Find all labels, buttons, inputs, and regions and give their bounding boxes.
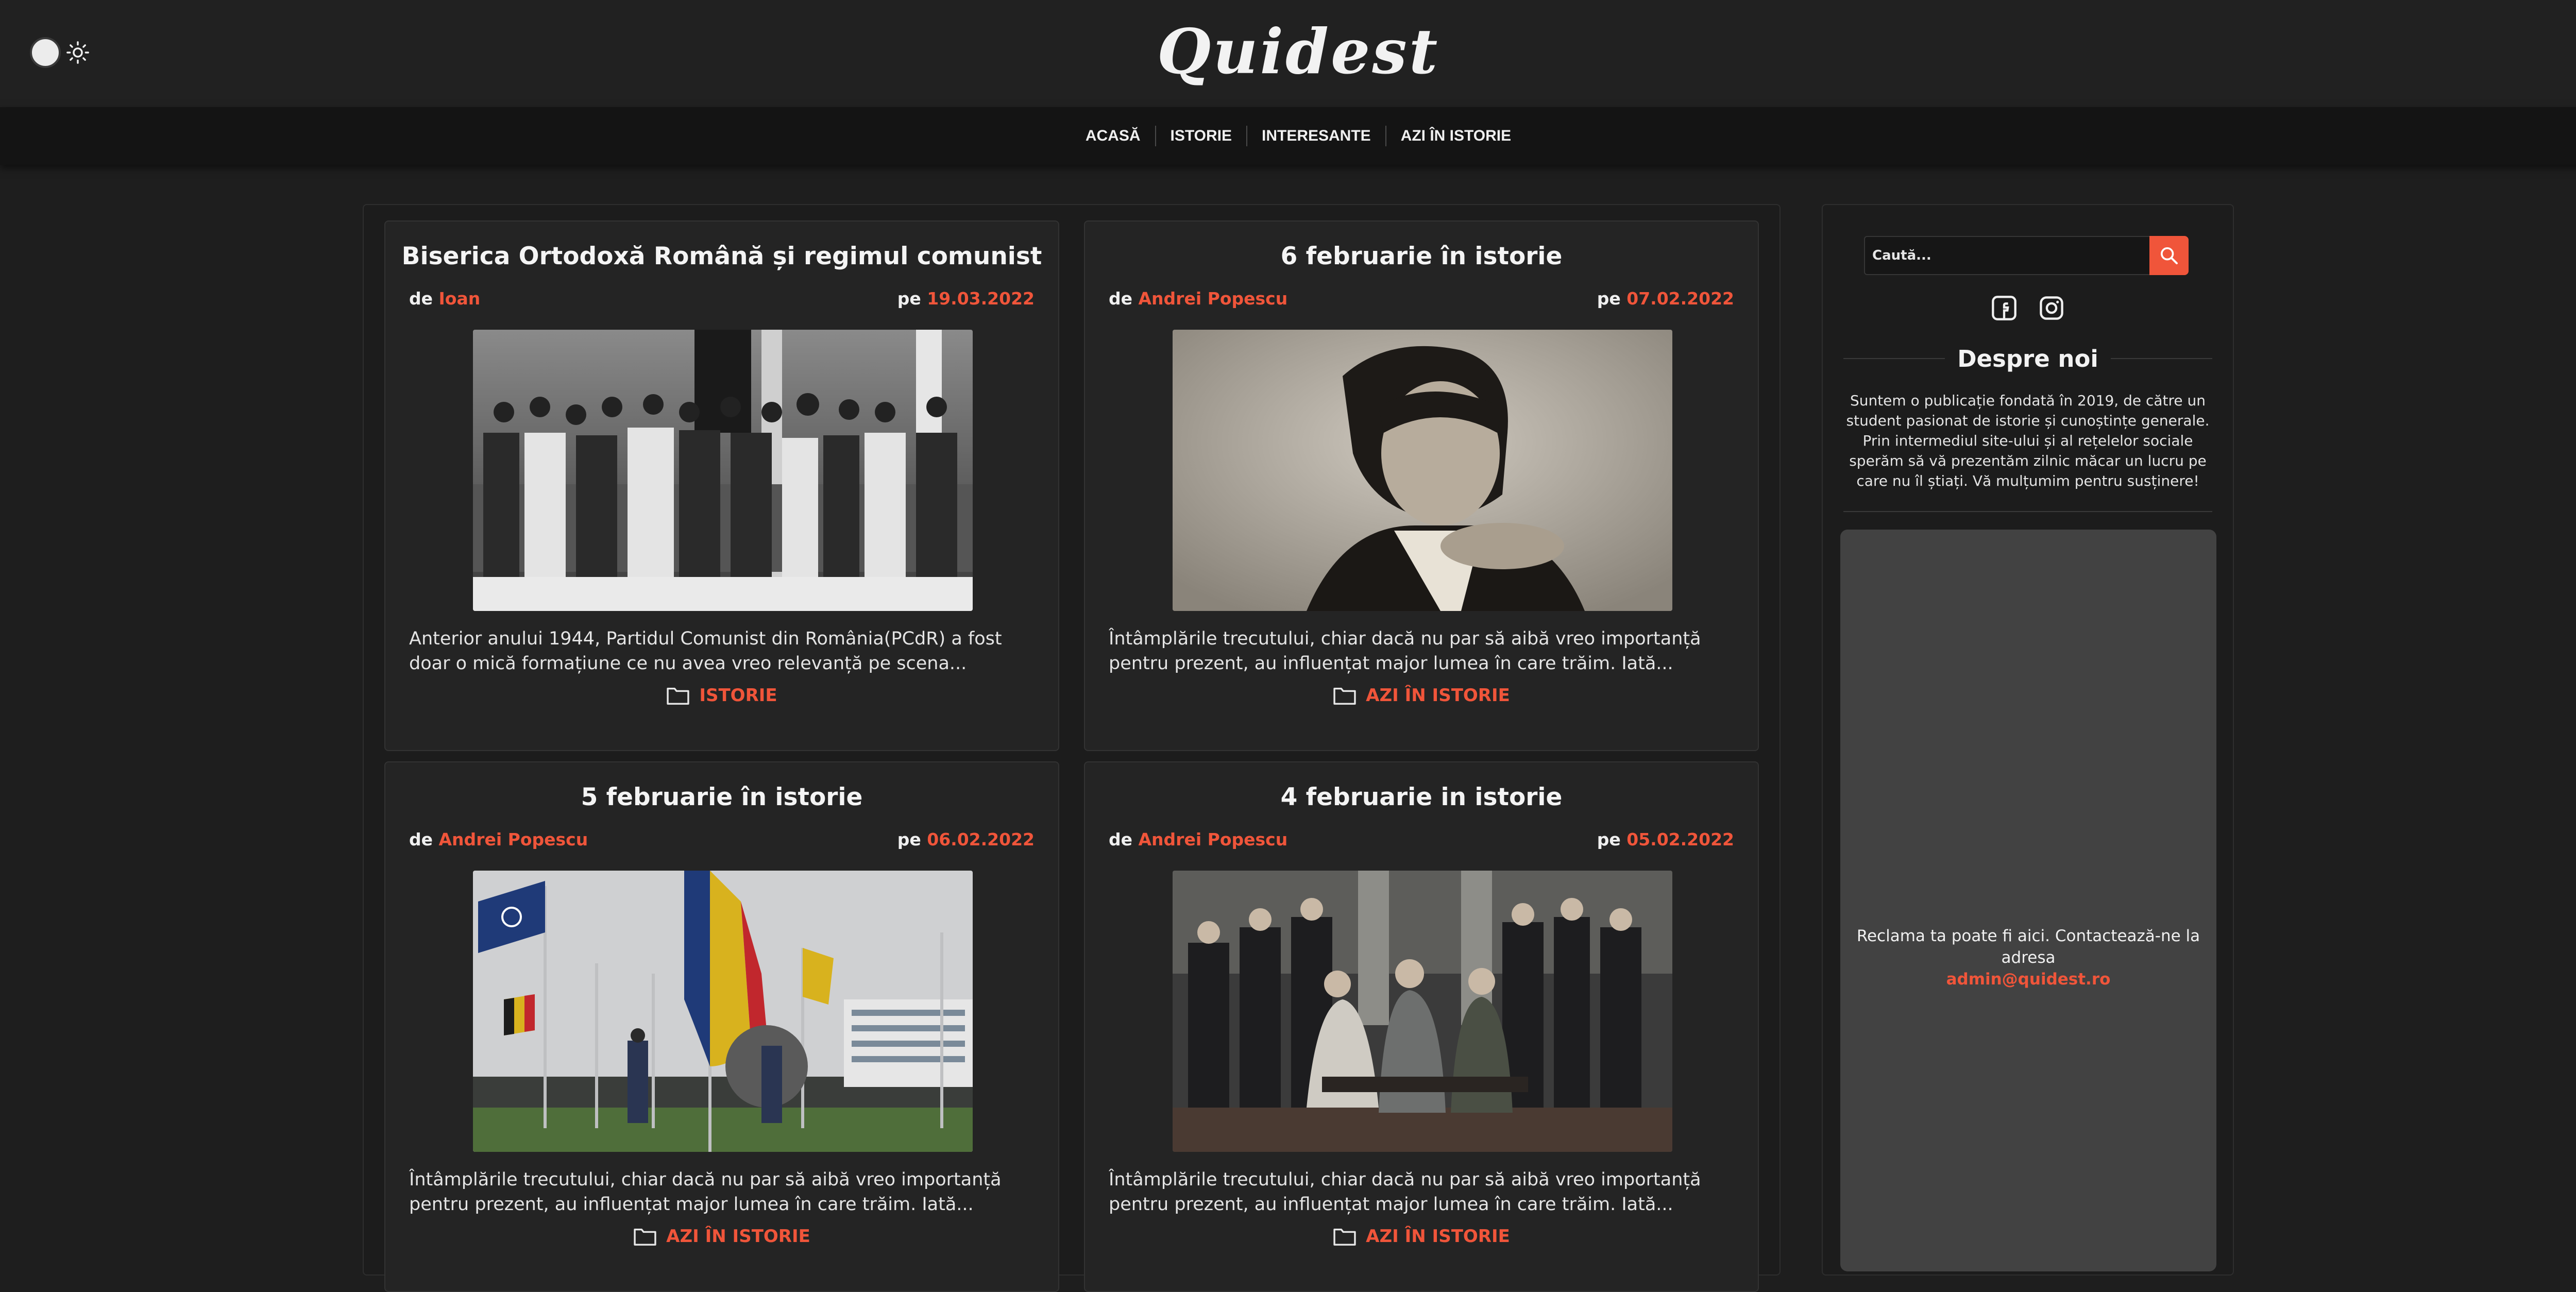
posts-panel: Biserica Ortodoxă Română și regimul comu… (363, 204, 1781, 1292)
post-excerpt: Întâmplările trecutului, chiar dacă nu p… (409, 1169, 1002, 1215)
author-link[interactable]: Andrei Popescu (1139, 829, 1288, 849)
post-title[interactable]: 6 februarie în istorie (1085, 242, 1758, 270)
post-category: AZI ÎN ISTORIE (1085, 1226, 1758, 1247)
post-card: 6 februarie în istorie de Andrei Popescu… (1084, 220, 1759, 751)
date-link[interactable]: 05.02.2022 (1626, 829, 1734, 849)
heading-line (2110, 358, 2213, 359)
ad-placeholder: Reclama ta poate fi aici. Contactează-ne… (1840, 530, 2216, 1271)
by-label: de (409, 288, 433, 309)
facebook-icon[interactable] (1991, 295, 2018, 321)
nav-item-istorie[interactable]: ISTORIE (1155, 126, 1246, 146)
post-date: pe 05.02.2022 (1597, 829, 1734, 849)
ad-text: Reclama ta poate fi aici. Contactează-ne… (1851, 925, 2206, 990)
post-author: de Ioan (409, 288, 480, 309)
site-logo[interactable]: Quidest (0, 15, 2576, 88)
post-card: 5 februarie în istorie de Andrei Popescu… (384, 761, 1059, 1292)
nav-item-acasa[interactable]: ACASĂ (1071, 126, 1155, 146)
post-image[interactable] (473, 871, 973, 1152)
post-excerpt: Întâmplările trecutului, chiar dacă nu p… (1109, 1169, 1701, 1215)
search-input[interactable] (1864, 236, 2150, 275)
folder-icon (634, 1228, 656, 1246)
folder-icon (1333, 687, 1356, 705)
post-category: ISTORIE (385, 685, 1058, 706)
ad-email-link[interactable]: admin@quidest.ro (1946, 970, 2111, 989)
on-label: pe (897, 288, 921, 309)
divider (1843, 511, 2212, 512)
post-meta: de Andrei Popescu pe 07.02.2022 (1109, 288, 1734, 311)
by-label: de (1109, 288, 1133, 309)
post-meta: de Ioan pe 19.03.2022 (409, 288, 1035, 311)
author-link[interactable]: Andrei Popescu (439, 829, 588, 849)
by-label: de (1109, 829, 1133, 849)
post-meta: de Andrei Popescu pe 05.02.2022 (1109, 829, 1734, 852)
post-title[interactable]: 4 februarie in istorie (1085, 783, 1758, 811)
post-image[interactable] (473, 330, 973, 611)
post-excerpt: Anterior anului 1944, Partidul Comunist … (409, 628, 1002, 674)
about-text: Suntem o publicație fondată în 2019, de … (1846, 392, 2210, 489)
date-link[interactable]: 07.02.2022 (1626, 288, 1734, 309)
nav-item-interesante[interactable]: INTERESANTE (1246, 126, 1385, 146)
ad-message: Reclama ta poate fi aici. Contactează-ne… (1856, 927, 2200, 967)
category-link[interactable]: AZI ÎN ISTORIE (1366, 1226, 1510, 1247)
heading-line (1843, 358, 1945, 359)
category-link[interactable]: ISTORIE (699, 685, 777, 706)
post-author: de Andrei Popescu (1109, 829, 1287, 849)
post-card: 4 februarie in istorie de Andrei Popescu… (1084, 761, 1759, 1292)
folder-icon (667, 687, 690, 705)
sidebar: Despre noi Suntem o publicație fondată î… (1822, 204, 2234, 1276)
social-links (1823, 295, 2233, 321)
post-author: de Andrei Popescu (409, 829, 588, 849)
nav-item-azi-in-istorie[interactable]: AZI ÎN ISTORIE (1385, 126, 1526, 146)
author-link[interactable]: Andrei Popescu (1139, 288, 1288, 309)
on-label: pe (1597, 829, 1621, 849)
category-link[interactable]: AZI ÎN ISTORIE (666, 1226, 810, 1247)
post-title[interactable]: 5 februarie în istorie (385, 783, 1058, 811)
date-link[interactable]: 19.03.2022 (927, 288, 1035, 309)
on-label: pe (1597, 288, 1621, 309)
post-meta: de Andrei Popescu pe 06.02.2022 (409, 829, 1035, 852)
by-label: de (409, 829, 433, 849)
post-category: AZI ÎN ISTORIE (385, 1226, 1058, 1247)
date-link[interactable]: 06.02.2022 (927, 829, 1035, 849)
on-label: pe (897, 829, 921, 849)
folder-icon (1333, 1228, 1356, 1246)
instagram-icon[interactable] (2038, 295, 2065, 321)
post-author: de Andrei Popescu (1109, 288, 1287, 309)
about-heading: Despre noi (1843, 343, 2213, 374)
post-category: AZI ÎN ISTORIE (1085, 685, 1758, 706)
category-link[interactable]: AZI ÎN ISTORIE (1366, 685, 1510, 706)
post-date: pe 07.02.2022 (1597, 288, 1734, 309)
top-bar: Quidest (0, 0, 2576, 107)
post-title[interactable]: Biserica Ortodoxă Română și regimul comu… (385, 242, 1058, 270)
about-title: Despre noi (1957, 345, 2098, 372)
post-excerpt: Întâmplările trecutului, chiar dacă nu p… (1109, 628, 1701, 674)
author-link[interactable]: Ioan (439, 288, 481, 309)
post-image[interactable] (1173, 871, 1672, 1152)
search-button[interactable] (2149, 236, 2189, 275)
post-card: Biserica Ortodoxă Română și regimul comu… (384, 220, 1059, 751)
search-icon (2161, 247, 2178, 264)
main-nav: ACASĂ ISTORIE INTERESANTE AZI ÎN ISTORIE (0, 107, 2576, 165)
post-date: pe 19.03.2022 (897, 288, 1035, 309)
post-image[interactable] (1173, 330, 1672, 611)
post-date: pe 06.02.2022 (897, 829, 1035, 849)
